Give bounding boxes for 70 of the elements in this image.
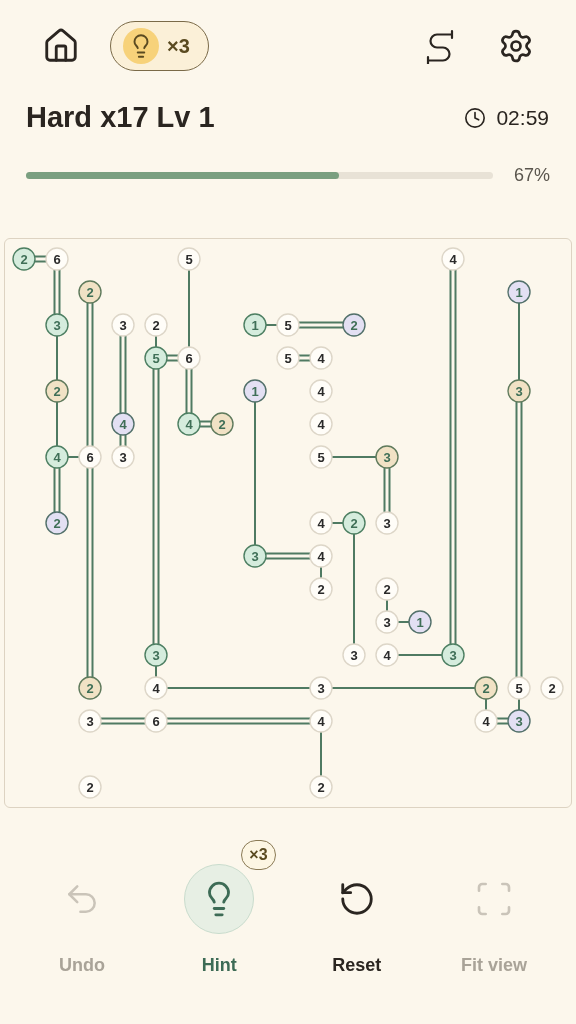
reset-button[interactable]: Reset <box>296 863 417 974</box>
island[interactable]: 2 <box>45 378 69 403</box>
island[interactable]: 6 <box>144 708 168 733</box>
island[interactable]: 5 <box>309 444 333 469</box>
island[interactable]: 2 <box>342 510 366 535</box>
lightbulb-icon <box>123 28 159 64</box>
island[interactable]: 2 <box>210 411 234 436</box>
island[interactable]: 3 <box>144 642 168 667</box>
island[interactable]: 2 <box>309 774 333 799</box>
island[interactable]: 2 <box>474 675 498 700</box>
island[interactable]: 5 <box>276 312 300 337</box>
s-curve-icon <box>424 28 456 64</box>
island[interactable]: 3 <box>45 312 69 337</box>
island[interactable]: 4 <box>309 543 333 568</box>
island[interactable]: 2 <box>540 675 564 700</box>
island[interactable]: 2 <box>45 510 69 535</box>
island[interactable]: 1 <box>243 312 267 337</box>
island[interactable]: 2 <box>375 576 399 601</box>
island[interactable]: 5 <box>144 345 168 370</box>
island[interactable]: 3 <box>342 642 366 667</box>
island[interactable]: 3 <box>111 312 135 337</box>
island[interactable]: 3 <box>375 609 399 634</box>
hint-count-pill[interactable]: ×3 <box>110 21 209 71</box>
island[interactable]: 4 <box>309 345 333 370</box>
island[interactable]: 6 <box>177 345 201 370</box>
island[interactable]: 4 <box>309 411 333 436</box>
island[interactable]: 3 <box>441 642 465 667</box>
island[interactable]: 3 <box>243 543 267 568</box>
hint-count-badge: ×3 <box>241 839 276 870</box>
island[interactable]: 4 <box>144 675 168 700</box>
island[interactable]: 4 <box>441 246 465 271</box>
island[interactable]: 3 <box>111 444 135 469</box>
island[interactable]: 2 <box>342 312 366 337</box>
island[interactable]: 3 <box>375 444 399 469</box>
clock-icon <box>464 106 487 129</box>
settings-icon <box>498 28 534 64</box>
settings-button[interactable] <box>498 28 534 64</box>
island[interactable]: 2 <box>78 774 102 799</box>
island[interactable]: 2 <box>144 312 168 337</box>
island[interactable]: 1 <box>507 279 531 304</box>
island[interactable]: 5 <box>177 246 201 271</box>
island[interactable]: 4 <box>309 510 333 535</box>
home-button[interactable] <box>42 27 80 65</box>
island[interactable]: 4 <box>375 642 399 667</box>
island[interactable]: 4 <box>45 444 69 469</box>
island[interactable]: 4 <box>111 411 135 436</box>
island[interactable]: 5 <box>507 675 531 700</box>
island[interactable]: 1 <box>243 378 267 403</box>
island[interactable]: 1 <box>408 609 432 634</box>
island[interactable]: 3 <box>507 708 531 733</box>
island[interactable]: 3 <box>78 708 102 733</box>
island[interactable]: 3 <box>507 378 531 403</box>
timer: 02:59 <box>496 105 549 131</box>
island[interactable]: 2 <box>309 576 333 601</box>
island[interactable]: 4 <box>177 411 201 436</box>
island[interactable]: 3 <box>309 675 333 700</box>
island[interactable]: 6 <box>45 246 69 271</box>
island[interactable]: 2 <box>78 675 102 700</box>
level-title: Hard x17 Lv 1 <box>26 100 215 135</box>
island[interactable]: 6 <box>78 444 102 469</box>
island[interactable]: 4 <box>309 708 333 733</box>
progress-percent: 67% <box>513 163 550 187</box>
path-style-button[interactable] <box>424 28 456 64</box>
island[interactable]: 5 <box>276 345 300 370</box>
island[interactable]: 3 <box>375 510 399 535</box>
island[interactable]: 2 <box>78 279 102 304</box>
island[interactable]: 4 <box>309 378 333 403</box>
island[interactable]: 4 <box>474 708 498 733</box>
island[interactable]: 2 <box>12 246 36 271</box>
home-icon <box>42 27 80 65</box>
